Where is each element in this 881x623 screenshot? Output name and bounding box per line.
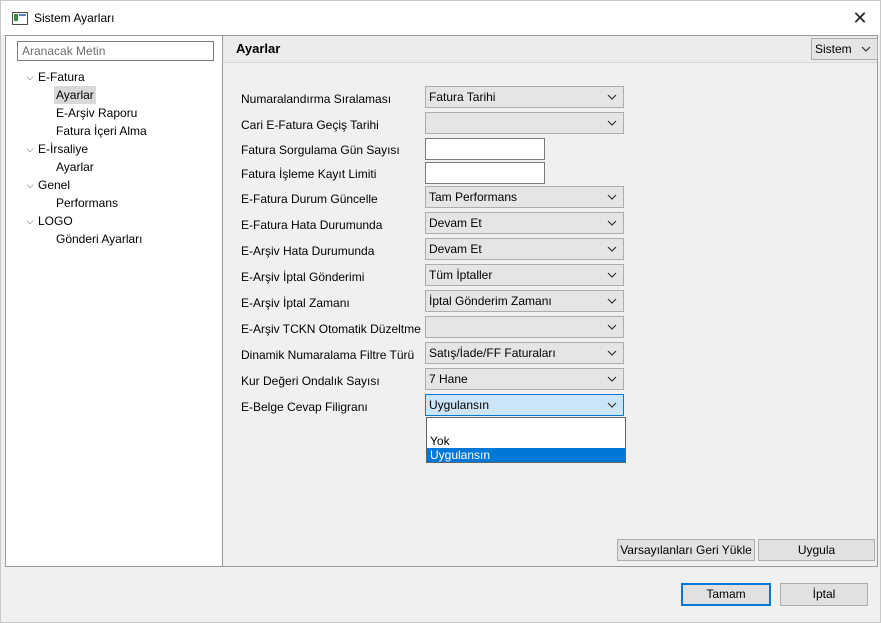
tree-item-label: Ayarlar xyxy=(54,86,96,104)
tckn-autofix-select[interactable] xyxy=(425,316,624,338)
label-dynamic-numbering-filter: Dinamik Numaralama Filtre Türü xyxy=(241,348,415,362)
response-watermark-select[interactable]: Uygulansın xyxy=(425,394,624,416)
exchange-decimals-select[interactable]: 7 Hane xyxy=(425,368,624,390)
tree-item-label: Fatura İçeri Alma xyxy=(56,124,147,138)
option-empty[interactable] xyxy=(427,420,625,434)
earchive-cancel-time-select[interactable]: İptal Gönderim Zamanı xyxy=(425,290,624,312)
chevron-down-icon[interactable]: ⌵ xyxy=(24,212,36,230)
scope-select[interactable]: Sistem xyxy=(811,38,878,60)
page-title: Ayarlar xyxy=(236,41,281,56)
chevron-down-icon xyxy=(607,194,617,200)
label-earchive-on-error: E-Arşiv Hata Durumunda xyxy=(241,244,375,258)
dialog-footer: Tamam İptal xyxy=(1,567,880,622)
chevron-down-icon xyxy=(607,350,617,356)
label-einvoice-on-error: E-Fatura Hata Durumunda xyxy=(241,218,383,232)
label-record-limit: Fatura İşleme Kayıt Limiti xyxy=(241,167,377,181)
chevron-down-icon xyxy=(607,272,617,278)
tree-item-label: Ayarlar xyxy=(56,160,94,174)
chevron-down-icon xyxy=(607,220,617,226)
numbering-order-value: Fatura Tarihi xyxy=(429,90,496,104)
settings-tree: ⌵ E-Fatura Ayarlar E-Arşiv Raporu Fatura… xyxy=(6,68,222,248)
status-update-value: Tam Performans xyxy=(429,190,518,204)
tree-item-label: Genel xyxy=(38,178,71,192)
tree-item-logo[interactable]: ⌵ LOGO xyxy=(6,212,222,230)
earchive-cancel-time-value: İptal Gönderim Zamanı xyxy=(429,294,552,308)
chevron-down-icon[interactable]: ⌵ xyxy=(24,68,36,86)
status-update-select[interactable]: Tam Performans xyxy=(425,186,624,208)
earchive-cancel-send-value: Tüm İptaller xyxy=(429,268,493,282)
earchive-on-error-value: Devam Et xyxy=(429,242,482,256)
search-input[interactable] xyxy=(17,41,214,61)
exchange-decimals-value: 7 Hane xyxy=(429,372,468,386)
tree-item-e-irsaliye[interactable]: ⌵ E-İrsaliye xyxy=(6,140,222,158)
title-bar: Sistem Ayarları ✕ xyxy=(1,1,880,35)
tree-item-e-fatura[interactable]: ⌵ E-Fatura xyxy=(6,68,222,86)
apply-button[interactable]: Uygula xyxy=(758,539,875,561)
app-window-icon xyxy=(12,12,28,25)
tree-item-label: E-Arşiv Raporu xyxy=(56,106,138,120)
chevron-down-icon xyxy=(607,402,617,408)
chevron-down-icon[interactable]: ⌵ xyxy=(24,176,36,194)
response-watermark-value: Uygulansın xyxy=(429,398,490,412)
earchive-cancel-send-select[interactable]: Tüm İptaller xyxy=(425,264,624,286)
tree-item-label: LOGO xyxy=(38,214,73,228)
content-area: ⌵ E-Fatura Ayarlar E-Arşiv Raporu Fatura… xyxy=(5,35,878,567)
chevron-down-icon[interactable]: ⌵ xyxy=(24,140,36,158)
label-response-watermark: E-Belge Cevap Filigranı xyxy=(241,400,368,414)
tree-item-label: E-Fatura xyxy=(38,70,85,84)
tree-item-gonderi-ayarlari[interactable]: Gönderi Ayarları xyxy=(6,230,222,248)
restore-defaults-button[interactable]: Varsayılanları Geri Yükle xyxy=(617,539,755,561)
tree-item-fatura-iceri-alma[interactable]: Fatura İçeri Alma xyxy=(6,122,222,140)
tree-item-e-fatura-ayarlar[interactable]: Ayarlar xyxy=(6,86,222,104)
tree-item-genel[interactable]: ⌵ Genel xyxy=(6,176,222,194)
label-status-update: E-Fatura Durum Güncelle xyxy=(241,192,378,206)
tree-item-label: Performans xyxy=(56,196,119,210)
settings-window: Sistem Ayarları ✕ ⌵ E-Fatura Ayarlar E-A… xyxy=(0,0,881,623)
record-limit-input[interactable] xyxy=(425,162,545,184)
label-earchive-cancel-send: E-Arşiv İptal Gönderimi xyxy=(241,270,365,284)
ok-button[interactable]: Tamam xyxy=(681,583,771,606)
label-earchive-cancel-time: E-Arşiv İptal Zamanı xyxy=(241,296,350,310)
query-day-count-input[interactable] xyxy=(425,138,545,160)
tree-item-e-arsiv-raporu[interactable]: E-Arşiv Raporu xyxy=(6,104,222,122)
settings-pane: Ayarlar Sistem Numaralandırma Sıralaması… xyxy=(223,36,878,566)
option-uygulansin[interactable]: Uygulansın xyxy=(427,448,625,462)
navigation-pane: ⌵ E-Fatura Ayarlar E-Arşiv Raporu Fatura… xyxy=(6,36,223,566)
einvoice-on-error-select[interactable]: Devam Et xyxy=(425,212,624,234)
label-tckn-autofix: E-Arşiv TCKN Otomatik Düzeltme xyxy=(241,322,421,336)
dynamic-numbering-filter-select[interactable]: Satış/İade/FF Faturaları xyxy=(425,342,624,364)
chevron-down-icon xyxy=(607,246,617,252)
chevron-down-icon xyxy=(607,94,617,100)
settings-header: Ayarlar Sistem xyxy=(223,36,878,63)
dynamic-numbering-filter-value: Satış/İade/FF Faturaları xyxy=(429,346,556,360)
close-icon[interactable]: ✕ xyxy=(840,1,880,35)
label-numbering-order: Numaralandırma Sıralaması xyxy=(241,92,392,106)
tree-item-label: E-İrsaliye xyxy=(38,142,89,156)
einvoice-transition-date-select[interactable] xyxy=(425,112,624,134)
tree-item-label: Gönderi Ayarları xyxy=(56,232,143,246)
einvoice-on-error-value: Devam Et xyxy=(429,216,482,230)
chevron-down-icon xyxy=(607,376,617,382)
window-title: Sistem Ayarları xyxy=(34,11,115,25)
label-query-day-count: Fatura Sorgulama Gün Sayısı xyxy=(241,143,400,157)
numbering-order-select[interactable]: Fatura Tarihi xyxy=(425,86,624,108)
tree-item-e-irsaliye-ayarlar[interactable]: Ayarlar xyxy=(6,158,222,176)
chevron-down-icon xyxy=(607,298,617,304)
label-exchange-decimals: Kur Değeri Ondalık Sayısı xyxy=(241,374,380,388)
response-watermark-options: Yok Uygulansın xyxy=(426,417,626,463)
label-einvoice-transition-date: Cari E-Fatura Geçiş Tarihi xyxy=(241,118,379,132)
tree-item-performans[interactable]: Performans xyxy=(6,194,222,212)
scope-select-value: Sistem xyxy=(815,42,852,56)
cancel-button[interactable]: İptal xyxy=(780,583,868,606)
chevron-down-icon xyxy=(607,120,617,126)
earchive-on-error-select[interactable]: Devam Et xyxy=(425,238,624,260)
chevron-down-icon xyxy=(861,46,871,52)
option-yok[interactable]: Yok xyxy=(427,434,625,448)
chevron-down-icon xyxy=(607,324,617,330)
